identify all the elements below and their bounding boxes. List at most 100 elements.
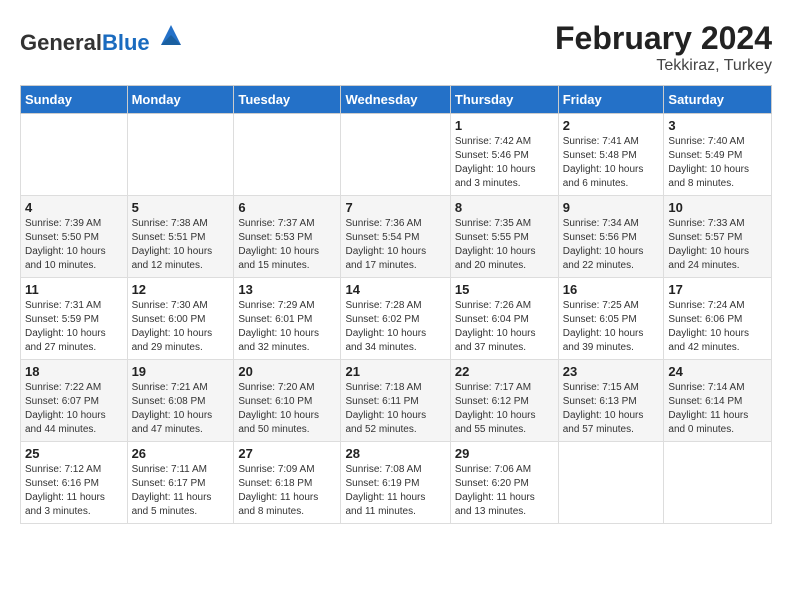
logo-blue: Blue [102, 30, 150, 55]
column-header-saturday: Saturday [664, 86, 772, 114]
calendar-cell: 23 Sunrise: 7:15 AM Sunset: 6:13 PM Dayli… [558, 360, 664, 442]
day-info: Sunrise: 7:06 AM Sunset: 6:20 PM Dayligh… [455, 463, 554, 519]
calendar-cell [341, 114, 450, 196]
logo-general: General [20, 30, 102, 55]
calendar-cell: 15 Sunrise: 7:26 AM Sunset: 6:04 PM Dayli… [450, 278, 558, 360]
day-number: 2 [563, 118, 660, 133]
day-number: 17 [668, 282, 767, 297]
calendar-cell: 27Sunrise: 7:09 AM Sunset: 6:18 PM Dayli… [234, 442, 341, 524]
day-number: 13 [238, 282, 336, 297]
day-info: Sunrise: 7:36 AM Sunset: 5:54 PM Dayligh… [345, 217, 445, 273]
calendar-cell: 2 Sunrise: 7:41 AM Sunset: 5:48 PM Daylig… [558, 114, 664, 196]
calendar-cell: 19Sunrise: 7:21 AM Sunset: 6:08 PM Dayli… [127, 360, 234, 442]
calendar-cell: 13 Sunrise: 7:29 AM Sunset: 6:01 PM Dayli… [234, 278, 341, 360]
calendar-cell: 4Sunrise: 7:39 AM Sunset: 5:50 PM Daylig… [21, 196, 128, 278]
calendar-cell: 24 Sunrise: 7:14 AM Sunset: 6:14 PM Dayli… [664, 360, 772, 442]
calendar-cell: 17 Sunrise: 7:24 AM Sunset: 6:06 PM Dayli… [664, 278, 772, 360]
day-info: Sunrise: 7:37 AM Sunset: 5:53 PM Dayligh… [238, 217, 336, 273]
title-block: February 2024 Tekkiraz, Turkey [555, 20, 772, 75]
day-number: 6 [238, 200, 336, 215]
day-number: 3 [668, 118, 767, 133]
day-number: 19 [132, 364, 230, 379]
day-info: Sunrise: 7:08 AM Sunset: 6:19 PM Dayligh… [345, 463, 445, 519]
day-info: Sunrise: 7:38 AM Sunset: 5:51 PM Dayligh… [132, 217, 230, 273]
day-info: Sunrise: 7:24 AM Sunset: 6:06 PM Dayligh… [668, 299, 767, 355]
day-number: 16 [563, 282, 660, 297]
day-number: 25 [25, 446, 123, 461]
day-info: Sunrise: 7:42 AM Sunset: 5:46 PM Dayligh… [455, 135, 554, 191]
logo-icon [156, 20, 186, 50]
calendar-cell [664, 442, 772, 524]
day-info: Sunrise: 7:34 AM Sunset: 5:56 PM Dayligh… [563, 217, 660, 273]
day-info: Sunrise: 7:11 AM Sunset: 6:17 PM Dayligh… [132, 463, 230, 519]
day-info: Sunrise: 7:40 AM Sunset: 5:49 PM Dayligh… [668, 135, 767, 191]
day-info: Sunrise: 7:33 AM Sunset: 5:57 PM Dayligh… [668, 217, 767, 273]
calendar-cell: 28 Sunrise: 7:08 AM Sunset: 6:19 PM Dayli… [341, 442, 450, 524]
calendar-cell [21, 114, 128, 196]
day-info: Sunrise: 7:20 AM Sunset: 6:10 PM Dayligh… [238, 381, 336, 437]
calendar-cell: 9 Sunrise: 7:34 AM Sunset: 5:56 PM Daylig… [558, 196, 664, 278]
column-header-thursday: Thursday [450, 86, 558, 114]
day-number: 8 [455, 200, 554, 215]
day-info: Sunrise: 7:18 AM Sunset: 6:11 PM Dayligh… [345, 381, 445, 437]
logo-text: GeneralBlue [20, 20, 186, 56]
day-number: 22 [455, 364, 554, 379]
calendar-cell: 5 Sunrise: 7:38 AM Sunset: 5:51 PM Daylig… [127, 196, 234, 278]
day-number: 28 [345, 446, 445, 461]
day-info: Sunrise: 7:12 AM Sunset: 6:16 PM Dayligh… [25, 463, 123, 519]
day-info: Sunrise: 7:15 AM Sunset: 6:13 PM Dayligh… [563, 381, 660, 437]
day-info: Sunrise: 7:41 AM Sunset: 5:48 PM Dayligh… [563, 135, 660, 191]
day-info: Sunrise: 7:29 AM Sunset: 6:01 PM Dayligh… [238, 299, 336, 355]
calendar-table: SundayMondayTuesdayWednesdayThursdayFrid… [20, 85, 772, 524]
day-number: 10 [668, 200, 767, 215]
day-number: 24 [668, 364, 767, 379]
week-row-5: 25 Sunrise: 7:12 AM Sunset: 6:16 PM Dayli… [21, 442, 772, 524]
calendar-cell: 12 Sunrise: 7:30 AM Sunset: 6:00 PM Dayli… [127, 278, 234, 360]
day-number: 23 [563, 364, 660, 379]
day-info: Sunrise: 7:28 AM Sunset: 6:02 PM Dayligh… [345, 299, 445, 355]
day-number: 14 [345, 282, 445, 297]
day-number: 12 [132, 282, 230, 297]
week-row-3: 11Sunrise: 7:31 AM Sunset: 5:59 PM Dayli… [21, 278, 772, 360]
day-info: Sunrise: 7:14 AM Sunset: 6:14 PM Dayligh… [668, 381, 767, 437]
calendar-cell: 3 Sunrise: 7:40 AM Sunset: 5:49 PM Daylig… [664, 114, 772, 196]
calendar-cell: 21Sunrise: 7:18 AM Sunset: 6:11 PM Dayli… [341, 360, 450, 442]
calendar-cell [558, 442, 664, 524]
day-info: Sunrise: 7:31 AM Sunset: 5:59 PM Dayligh… [25, 299, 123, 355]
calendar-cell: 6 Sunrise: 7:37 AM Sunset: 5:53 PM Daylig… [234, 196, 341, 278]
calendar-cell: 14 Sunrise: 7:28 AM Sunset: 6:02 PM Dayli… [341, 278, 450, 360]
day-info: Sunrise: 7:25 AM Sunset: 6:05 PM Dayligh… [563, 299, 660, 355]
day-info: Sunrise: 7:26 AM Sunset: 6:04 PM Dayligh… [455, 299, 554, 355]
calendar-cell: 29 Sunrise: 7:06 AM Sunset: 6:20 PM Dayli… [450, 442, 558, 524]
day-number: 27 [238, 446, 336, 461]
logo: GeneralBlue [20, 20, 186, 56]
month-year-title: February 2024 [555, 20, 772, 57]
calendar-cell: 8Sunrise: 7:35 AM Sunset: 5:55 PM Daylig… [450, 196, 558, 278]
day-info: Sunrise: 7:30 AM Sunset: 6:00 PM Dayligh… [132, 299, 230, 355]
column-header-tuesday: Tuesday [234, 86, 341, 114]
calendar-cell: 20 Sunrise: 7:20 AM Sunset: 6:10 PM Dayli… [234, 360, 341, 442]
column-header-friday: Friday [558, 86, 664, 114]
calendar-cell: 10 Sunrise: 7:33 AM Sunset: 5:57 PM Dayli… [664, 196, 772, 278]
calendar-cell: 7 Sunrise: 7:36 AM Sunset: 5:54 PM Daylig… [341, 196, 450, 278]
day-number: 26 [132, 446, 230, 461]
calendar-cell: 16 Sunrise: 7:25 AM Sunset: 6:05 PM Dayli… [558, 278, 664, 360]
calendar-cell [234, 114, 341, 196]
column-header-sunday: Sunday [21, 86, 128, 114]
day-number: 1 [455, 118, 554, 133]
day-number: 15 [455, 282, 554, 297]
day-number: 5 [132, 200, 230, 215]
week-row-4: 18 Sunrise: 7:22 AM Sunset: 6:07 PM Dayli… [21, 360, 772, 442]
day-number: 4 [25, 200, 123, 215]
location-subtitle: Tekkiraz, Turkey [555, 57, 772, 75]
day-number: 9 [563, 200, 660, 215]
calendar-cell: 1 Sunrise: 7:42 AM Sunset: 5:46 PM Daylig… [450, 114, 558, 196]
page-header: GeneralBlue February 2024 Tekkiraz, Turk… [20, 20, 772, 75]
day-number: 7 [345, 200, 445, 215]
day-number: 29 [455, 446, 554, 461]
calendar-cell [127, 114, 234, 196]
day-number: 18 [25, 364, 123, 379]
header-row: SundayMondayTuesdayWednesdayThursdayFrid… [21, 86, 772, 114]
day-info: Sunrise: 7:22 AM Sunset: 6:07 PM Dayligh… [25, 381, 123, 437]
day-number: 20 [238, 364, 336, 379]
